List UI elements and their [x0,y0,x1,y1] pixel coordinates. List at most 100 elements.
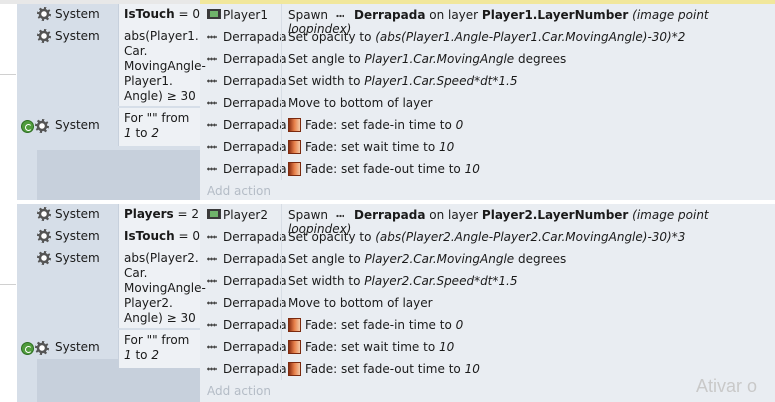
action-description: Fade: set fade-in time to 0 [288,318,463,332]
text-fragment: 10 [438,340,455,354]
condition-object: System [55,340,100,354]
action-row[interactable]: Player1 Spawn Derrapada on layer Player1.… [201,4,775,36]
action-object: Derrapada [223,162,287,176]
action-row[interactable]: Derrapada Move to bottom of layer [201,92,775,114]
text-fragment: Fade: set fade-out time to [305,362,465,376]
column-separator [281,314,282,336]
event-margin-line [0,284,16,285]
text-fragment: = 2 [173,207,199,221]
column-separator [281,204,282,226]
sprite-object-icon [207,9,221,19]
text-fragment: 1 [124,126,132,140]
action-row[interactable]: Derrapada Fade: set fade-out time to 10 [201,158,775,180]
event-block[interactable]: System IsTouch = 0 System abs(Player1. Car.… [17,4,775,200]
column-separator [281,4,282,26]
action-description: Fade: set fade-out time to 10 [288,162,480,176]
action-row[interactable]: Derrapada Set width to Player2.Car.Speed*… [201,270,775,292]
text-fragment: Set opacity to [288,230,376,244]
condition-row[interactable]: System abs(Player1. Car. MovingAngle- Pla… [17,26,206,106]
conditions-panel-shadow [37,150,200,200]
derrapada-object-icon [207,78,217,84]
action-row[interactable]: Derrapada Set angle to Player1.Car.Moving… [201,48,775,70]
text-fragment: For "" from [124,111,190,125]
condition-expression: For "" from 1 to 2 [118,330,200,368]
condition-icons [37,204,51,224]
action-row[interactable]: Derrapada Fade: set fade-out time to 10 [201,358,775,380]
object-dots-icon [335,13,344,18]
action-row[interactable]: Derrapada Fade: set fade-in time to 0 [201,314,775,336]
action-row[interactable]: Derrapada Fade: set fade-in time to 0 [201,114,775,136]
object-dots-icon [335,213,344,218]
condition-object: System [55,251,100,265]
action-row[interactable]: Derrapada Fade: set wait time to 10 [201,336,775,358]
text-fragment: 1 [124,348,132,362]
fade-behavior-icon [288,140,301,154]
action-row[interactable]: Derrapada Move to bottom of layer [201,292,775,314]
condition-icons [21,116,49,136]
condition-icons [37,226,51,246]
condition-row[interactable]: System IsTouch = 0 [17,226,200,248]
text-fragment: Players [124,207,174,221]
text-fragment: IsTouch [124,7,175,21]
action-description: Fade: set wait time to 10 [288,140,454,154]
text-fragment: degrees [514,252,567,266]
action-row[interactable]: Player2 Spawn Derrapada on layer Player2.… [201,204,775,236]
text-fragment: 2 [151,126,159,140]
action-row[interactable]: Derrapada Set width to Player1.Car.Speed*… [201,70,775,92]
condition-expression: IsTouch = 0 [118,226,200,248]
text-fragment: Fade: set fade-in time to [305,318,456,332]
text-fragment: Spawn [288,8,332,22]
text-fragment: on layer [425,208,482,222]
loop-icon [21,341,34,355]
action-description: Fade: set fade-in time to 0 [288,118,463,132]
condition-row[interactable]: System IsTouch = 0 [17,4,200,26]
action-row[interactable]: Derrapada Set opacity to (abs(Player1.Ang… [201,26,775,48]
action-description: Set opacity to (abs(Player1.Angle-Player… [288,30,685,44]
text-fragment: to [131,126,152,140]
condition-row[interactable]: System For "" from 1 to 2 [17,108,200,146]
action-row[interactable]: Derrapada Set opacity to (abs(Player2.Ang… [201,226,775,248]
action-description: Set width to Player2.Car.Speed*dt*1.5 [288,274,517,288]
column-separator [281,226,282,248]
derrapada-object-icon [207,234,217,240]
text-fragment: Fade: set wait time to [305,140,439,154]
action-object: Derrapada [223,230,287,244]
event-block[interactable]: System Players = 2 System IsTouch = 0 System… [17,204,775,402]
condition-row[interactable]: System Players = 2 [17,204,200,226]
derrapada-object-icon [207,166,217,172]
condition-expression: abs(Player2. Car. MovingAngle- Player2. … [118,248,206,328]
action-object: Derrapada [223,30,287,44]
action-description: Set angle to Player2.Car.MovingAngle deg… [288,252,566,266]
condition-object: System [55,207,100,221]
action-object: Derrapada [223,340,287,354]
text-fragment: IsTouch [124,229,175,243]
condition-expression: IsTouch = 0 [118,4,200,26]
loop-icon [21,119,34,133]
add-action-link[interactable]: Add action [207,184,271,198]
action-object: Derrapada [223,252,287,266]
condition-row[interactable]: System abs(Player2. Car. MovingAngle- Pla… [17,248,206,328]
text-fragment: Spawn [288,208,332,222]
fade-behavior-icon [288,318,301,332]
action-row[interactable]: Derrapada Set angle to Player2.Car.Moving… [201,248,775,270]
derrapada-object-icon [207,256,217,262]
text-fragment: Derrapada [349,208,426,222]
derrapada-object-icon [207,144,217,150]
action-row[interactable]: Derrapada Fade: set wait time to 10 [201,136,775,158]
text-fragment: 10 [464,162,480,176]
condition-row[interactable]: System For "" from 1 to 2 [17,330,200,368]
text-fragment: Player1.Car.Speed*dt*1.5 [364,74,518,88]
add-action-link[interactable]: Add action [207,384,271,398]
column-separator [281,48,282,70]
text-fragment: 0 [455,318,464,332]
text-fragment: (abs(Player1.Angle-Player1.Car.MovingAng… [375,30,686,44]
text-fragment: on layer [425,8,482,22]
condition-object: System [55,29,100,43]
column-separator [281,92,282,114]
fade-behavior-icon [288,162,301,176]
action-object: Derrapada [223,318,287,332]
column-separator [281,158,282,180]
derrapada-object-icon [207,34,217,40]
gear-icon [37,7,51,21]
derrapada-object-icon [207,344,217,350]
